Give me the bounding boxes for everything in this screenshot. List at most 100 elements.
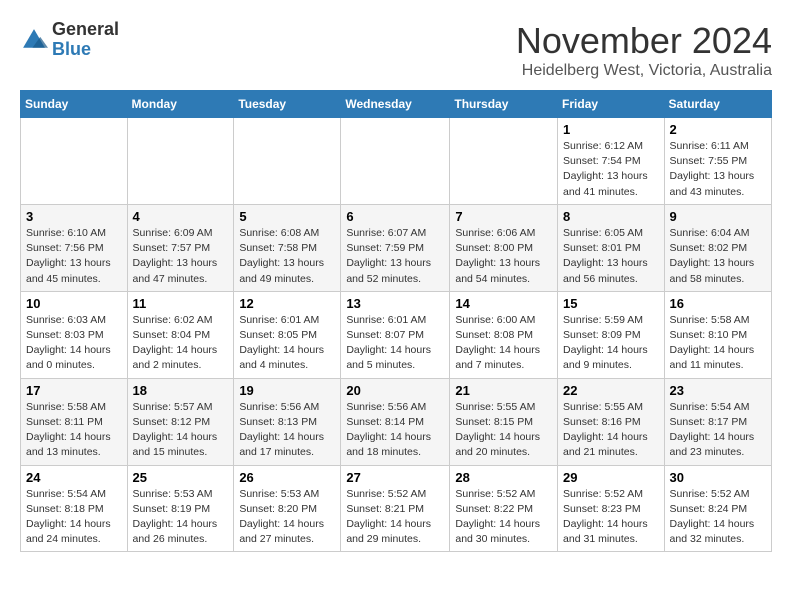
daylight-label: Daylight: 14 hours	[670, 344, 755, 356]
calendar-cell: 3Sunrise: 6:10 AMSunset: 7:56 PMDaylight…	[21, 204, 128, 291]
day-content: Sunrise: 5:58 AMSunset: 8:11 PMDaylight:…	[26, 400, 122, 461]
day-content: Sunrise: 5:59 AMSunset: 8:09 PMDaylight:…	[563, 313, 659, 374]
daylight-label: Daylight: 13 hours	[563, 170, 648, 182]
calendar-header-friday: Friday	[558, 91, 665, 118]
day-number: 5	[239, 209, 335, 224]
daylight-label: Daylight: 14 hours	[670, 518, 755, 530]
day-number: 7	[455, 209, 552, 224]
daylight-label: Daylight: 13 hours	[26, 257, 111, 269]
calendar-cell: 20 Sunrise: 5:56 AMSunset: 8:14 PMDayligh…	[341, 378, 450, 465]
calendar-cell: 25Sunrise: 5:53 AMSunset: 8:19 PMDayligh…	[127, 465, 234, 552]
day-content: Sunrise: 5:57 AMSunset: 8:12 PMDaylight:…	[133, 400, 229, 461]
day-content: Sunrise: 5:54 AMSunset: 8:17 PMDaylight:…	[670, 400, 766, 461]
calendar-cell	[234, 118, 341, 205]
day-number: 9	[670, 209, 766, 224]
daylight-label: Daylight: 14 hours	[455, 344, 540, 356]
daylight-label: Daylight: 14 hours	[346, 344, 431, 356]
daylight-label: Daylight: 13 hours	[133, 257, 218, 269]
calendar-cell: 8 Sunrise: 6:05 AMSunset: 8:01 PMDaylight…	[558, 204, 665, 291]
logo-text: General Blue	[52, 20, 119, 60]
day-number: 18	[133, 383, 229, 398]
calendar-cell: 23 Sunrise: 5:54 AMSunset: 8:17 PMDayligh…	[664, 378, 771, 465]
day-content: Sunrise: 5:56 AMSunset: 8:13 PMDaylight:…	[239, 400, 335, 461]
daylight-label: Daylight: 14 hours	[455, 518, 540, 530]
day-content: Sunrise: 6:01 AMSunset: 8:05 PMDaylight:…	[239, 313, 335, 374]
daylight-label: Daylight: 14 hours	[26, 344, 111, 356]
daylight-label: Daylight: 14 hours	[563, 431, 648, 443]
day-number: 23	[670, 383, 766, 398]
day-number: 20	[346, 383, 444, 398]
day-content: Sunrise: 5:53 AMSunset: 8:19 PMDaylight:…	[133, 487, 229, 548]
calendar-cell: 19 Sunrise: 5:56 AMSunset: 8:13 PMDayligh…	[234, 378, 341, 465]
day-content: Sunrise: 5:55 AMSunset: 8:16 PMDaylight:…	[563, 400, 659, 461]
day-content: Sunrise: 5:52 AMSunset: 8:24 PMDaylight:…	[670, 487, 766, 548]
day-number: 19	[239, 383, 335, 398]
calendar-week-row: 17Sunrise: 5:58 AMSunset: 8:11 PMDayligh…	[21, 378, 772, 465]
calendar-cell: 21Sunrise: 5:55 AMSunset: 8:15 PMDayligh…	[450, 378, 558, 465]
calendar-header-thursday: Thursday	[450, 91, 558, 118]
day-content: Sunrise: 5:52 AMSunset: 8:23 PMDaylight:…	[563, 487, 659, 548]
day-number: 4	[133, 209, 229, 224]
daylight-label: Daylight: 13 hours	[455, 257, 540, 269]
calendar-header-monday: Monday	[127, 91, 234, 118]
day-number: 29	[563, 470, 659, 485]
day-content: Sunrise: 5:52 AMSunset: 8:22 PMDaylight:…	[455, 487, 552, 548]
calendar-header-sunday: Sunday	[21, 91, 128, 118]
calendar-cell: 17Sunrise: 5:58 AMSunset: 8:11 PMDayligh…	[21, 378, 128, 465]
location-subtitle: Heidelberg West, Victoria, Australia	[516, 62, 772, 80]
daylight-label: Daylight: 13 hours	[346, 257, 431, 269]
day-content: Sunrise: 5:56 AMSunset: 8:14 PMDaylight:…	[346, 400, 444, 461]
day-number: 30	[670, 470, 766, 485]
calendar-cell: 13Sunrise: 6:01 AMSunset: 8:07 PMDayligh…	[341, 291, 450, 378]
calendar-cell: 16Sunrise: 5:58 AMSunset: 8:10 PMDayligh…	[664, 291, 771, 378]
calendar-cell: 2 Sunrise: 6:11 AMSunset: 7:55 PMDaylight…	[664, 118, 771, 205]
calendar-cell: 28Sunrise: 5:52 AMSunset: 8:22 PMDayligh…	[450, 465, 558, 552]
calendar-week-row: 10Sunrise: 6:03 AMSunset: 8:03 PMDayligh…	[21, 291, 772, 378]
daylight-label: Daylight: 14 hours	[26, 518, 111, 530]
day-content: Sunrise: 6:12 AMSunset: 7:54 PMDaylight:…	[563, 139, 659, 200]
day-content: Sunrise: 6:04 AMSunset: 8:02 PMDaylight:…	[670, 226, 766, 287]
header: General Blue November 2024 Heidelberg We…	[20, 20, 772, 80]
calendar-cell: 22Sunrise: 5:55 AMSunset: 8:16 PMDayligh…	[558, 378, 665, 465]
daylight-label: Daylight: 14 hours	[133, 344, 218, 356]
day-content: Sunrise: 6:05 AMSunset: 8:01 PMDaylight:…	[563, 226, 659, 287]
calendar-cell: 4 Sunrise: 6:09 AMSunset: 7:57 PMDaylight…	[127, 204, 234, 291]
daylight-label: Daylight: 14 hours	[239, 518, 324, 530]
calendar-header-row: SundayMondayTuesdayWednesdayThursdayFrid…	[21, 91, 772, 118]
calendar-cell: 26Sunrise: 5:53 AMSunset: 8:20 PMDayligh…	[234, 465, 341, 552]
calendar-cell: 30 Sunrise: 5:52 AMSunset: 8:24 PMDayligh…	[664, 465, 771, 552]
logo: General Blue	[20, 20, 119, 60]
daylight-label: Daylight: 13 hours	[670, 257, 755, 269]
day-content: Sunrise: 6:09 AMSunset: 7:57 PMDaylight:…	[133, 226, 229, 287]
day-number: 24	[26, 470, 122, 485]
calendar-week-row: 3Sunrise: 6:10 AMSunset: 7:56 PMDaylight…	[21, 204, 772, 291]
daylight-label: Daylight: 14 hours	[563, 518, 648, 530]
calendar-cell	[341, 118, 450, 205]
daylight-label: Daylight: 14 hours	[670, 431, 755, 443]
calendar-week-row: 24 Sunrise: 5:54 AMSunset: 8:18 PMDayligh…	[21, 465, 772, 552]
day-content: Sunrise: 6:11 AMSunset: 7:55 PMDaylight:…	[670, 139, 766, 200]
calendar-cell: 24 Sunrise: 5:54 AMSunset: 8:18 PMDayligh…	[21, 465, 128, 552]
daylight-label: Daylight: 14 hours	[239, 431, 324, 443]
day-number: 2	[670, 122, 766, 137]
day-number: 6	[346, 209, 444, 224]
day-content: Sunrise: 5:52 AMSunset: 8:21 PMDaylight:…	[346, 487, 444, 548]
day-number: 27	[346, 470, 444, 485]
day-content: Sunrise: 6:02 AMSunset: 8:04 PMDaylight:…	[133, 313, 229, 374]
day-content: Sunrise: 6:07 AMSunset: 7:59 PMDaylight:…	[346, 226, 444, 287]
calendar-header-wednesday: Wednesday	[341, 91, 450, 118]
day-number: 26	[239, 470, 335, 485]
daylight-label: Daylight: 13 hours	[239, 257, 324, 269]
day-content: Sunrise: 6:10 AMSunset: 7:56 PMDaylight:…	[26, 226, 122, 287]
day-content: Sunrise: 6:06 AMSunset: 8:00 PMDaylight:…	[455, 226, 552, 287]
logo-general-text: General	[52, 19, 119, 39]
day-content: Sunrise: 5:58 AMSunset: 8:10 PMDaylight:…	[670, 313, 766, 374]
daylight-label: Daylight: 14 hours	[26, 431, 111, 443]
day-number: 8	[563, 209, 659, 224]
day-number: 12	[239, 296, 335, 311]
calendar-header-tuesday: Tuesday	[234, 91, 341, 118]
day-content: Sunrise: 6:08 AMSunset: 7:58 PMDaylight:…	[239, 226, 335, 287]
day-content: Sunrise: 5:55 AMSunset: 8:15 PMDaylight:…	[455, 400, 552, 461]
calendar-cell: 10Sunrise: 6:03 AMSunset: 8:03 PMDayligh…	[21, 291, 128, 378]
day-content: Sunrise: 5:54 AMSunset: 8:18 PMDaylight:…	[26, 487, 122, 548]
